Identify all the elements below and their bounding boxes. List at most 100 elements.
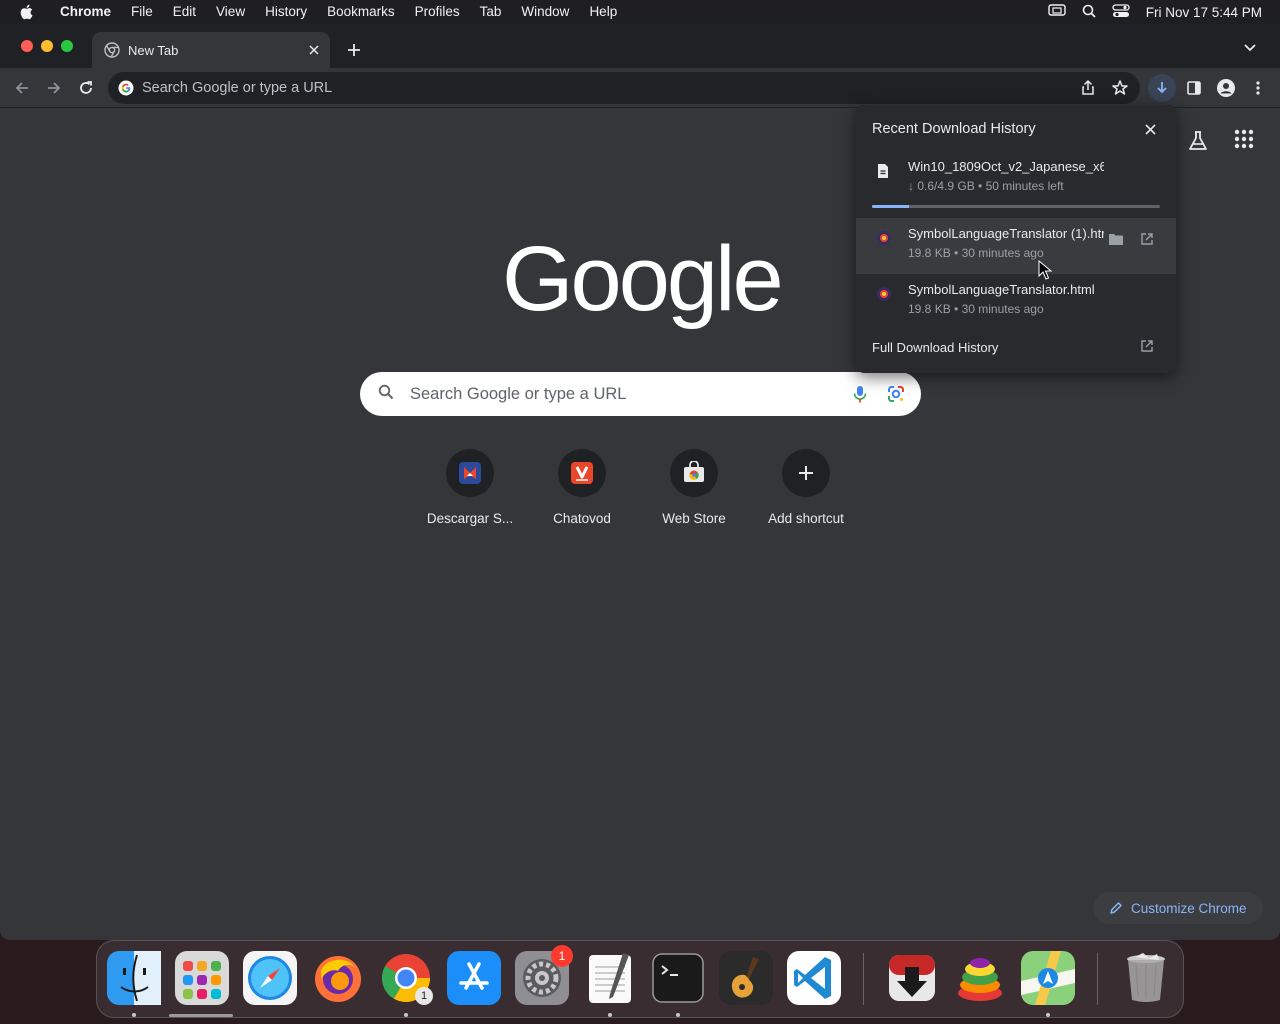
open-external-icon[interactable] bbox=[1140, 232, 1156, 248]
menu-tab[interactable]: Tab bbox=[470, 0, 512, 24]
dock-separator bbox=[863, 953, 864, 1005]
mouse-cursor-icon bbox=[1038, 259, 1053, 280]
download-file-name: SymbolLanguageTranslator.html bbox=[908, 282, 1095, 297]
zoom-window-button[interactable] bbox=[61, 40, 73, 52]
running-indicator bbox=[608, 1013, 612, 1017]
download-progress-fill bbox=[872, 205, 910, 208]
launchpad-icon[interactable] bbox=[175, 951, 229, 1005]
tab-strip: New Tab bbox=[0, 24, 1280, 68]
search-box[interactable]: Search Google or type a URL bbox=[360, 372, 921, 416]
running-indicator bbox=[132, 1013, 136, 1017]
menu-window[interactable]: Window bbox=[511, 0, 579, 24]
tab-search-chevron-icon[interactable] bbox=[1240, 40, 1260, 56]
forward-button[interactable] bbox=[42, 76, 66, 100]
download-item[interactable]: SymbolLanguageTranslator (1).html 19.8 K… bbox=[856, 218, 1176, 274]
google-lens-icon[interactable] bbox=[885, 383, 907, 405]
html-file-icon bbox=[876, 286, 892, 304]
search-icon bbox=[378, 384, 394, 405]
garageband-icon[interactable] bbox=[719, 951, 773, 1005]
safari-icon[interactable] bbox=[243, 951, 297, 1005]
profile-avatar-icon[interactable] bbox=[1214, 76, 1238, 100]
customize-chrome-button[interactable]: Customize Chrome bbox=[1093, 892, 1263, 924]
download-file-name: Win10_1809Oct_v2_Japanese_x64.iso bbox=[908, 159, 1104, 174]
trash-icon[interactable] bbox=[1119, 951, 1173, 1005]
toolbar: Search Google or type a URL bbox=[0, 68, 1280, 108]
close-icon[interactable] bbox=[1142, 121, 1158, 137]
full-download-history-link[interactable]: Full Download History bbox=[872, 340, 998, 355]
new-tab-button[interactable] bbox=[342, 38, 366, 62]
menu-file[interactable]: File bbox=[121, 0, 163, 24]
textedit-icon[interactable] bbox=[583, 951, 637, 1005]
customize-chrome-label: Customize Chrome bbox=[1131, 900, 1247, 916]
app-store-icon[interactable] bbox=[447, 951, 501, 1005]
menu-app-name[interactable]: Chrome bbox=[50, 0, 121, 24]
menu-help[interactable]: Help bbox=[579, 0, 627, 24]
running-indicator bbox=[676, 1013, 680, 1017]
download-button[interactable] bbox=[1148, 74, 1176, 102]
download-item[interactable]: Win10_1809Oct_v2_Japanese_x64.iso ↓ 0.6/… bbox=[856, 151, 1176, 207]
omnibox[interactable]: Search Google or type a URL bbox=[108, 72, 1140, 104]
google-apps-icon[interactable] bbox=[1234, 129, 1258, 153]
tab-new-tab[interactable]: New Tab bbox=[92, 32, 330, 68]
vscode-icon[interactable] bbox=[787, 951, 841, 1005]
download-bubble-title: Recent Download History bbox=[872, 121, 1036, 137]
bookmark-star-icon[interactable] bbox=[1110, 78, 1130, 103]
omnibox-placeholder: Search Google or type a URL bbox=[142, 80, 333, 96]
dock-scroll-indicator bbox=[169, 1014, 233, 1017]
spotlight-search-icon[interactable] bbox=[1082, 4, 1096, 21]
shortcut-descargar[interactable]: Descargar S... bbox=[414, 449, 526, 526]
download-item[interactable]: SymbolLanguageTranslator.html 19.8 KB • … bbox=[856, 274, 1176, 330]
menu-view[interactable]: View bbox=[206, 0, 255, 24]
finder-icon[interactable] bbox=[107, 951, 161, 1005]
maps-icon[interactable] bbox=[1021, 951, 1075, 1005]
voice-search-icon[interactable] bbox=[849, 383, 871, 405]
download-bubble: Recent Download History Win10_1809Oct_v2… bbox=[856, 105, 1176, 373]
html-file-icon bbox=[876, 230, 892, 248]
menu-bookmarks[interactable]: Bookmarks bbox=[317, 0, 405, 24]
menu-clock[interactable]: Fri Nov 17 5:44 PM bbox=[1146, 5, 1262, 20]
settings-badge: 1 bbox=[551, 945, 573, 967]
dock-separator bbox=[1097, 953, 1098, 1005]
shortcut-chatovod[interactable]: Chatovod bbox=[526, 449, 638, 526]
file-icon bbox=[876, 163, 892, 181]
folder-icon[interactable] bbox=[1108, 232, 1126, 250]
close-window-button[interactable] bbox=[21, 40, 33, 52]
menu-bar: Chrome File Edit View History Bookmarks … bbox=[0, 0, 1280, 24]
close-tab-icon[interactable] bbox=[304, 40, 324, 60]
chrome-favicon-icon bbox=[104, 42, 120, 58]
apple-icon[interactable] bbox=[16, 2, 36, 22]
menu-edit[interactable]: Edit bbox=[163, 0, 206, 24]
control-center-icon[interactable] bbox=[1112, 3, 1130, 21]
pencil-icon bbox=[1110, 902, 1122, 914]
menu-profiles[interactable]: Profiles bbox=[405, 0, 470, 24]
downloader-icon[interactable] bbox=[885, 951, 939, 1005]
download-file-meta: 19.8 KB • 30 minutes ago bbox=[908, 302, 1044, 316]
firefox-icon[interactable] bbox=[311, 951, 365, 1005]
chrome-icon[interactable]: 1 bbox=[379, 951, 433, 1005]
open-external-icon[interactable] bbox=[1140, 339, 1156, 355]
dock: 1 1 bbox=[96, 940, 1184, 1018]
shortcut-label: Chatovod bbox=[553, 511, 611, 526]
side-panel-icon[interactable] bbox=[1182, 76, 1206, 100]
system-settings-icon[interactable]: 1 bbox=[515, 945, 573, 1005]
google-g-icon bbox=[118, 80, 134, 96]
share-icon[interactable] bbox=[1078, 78, 1098, 103]
minimize-window-button[interactable] bbox=[41, 40, 53, 52]
download-file-meta: ↓ 0.6/4.9 GB • 50 minutes left bbox=[908, 179, 1064, 193]
shortcut-web-store[interactable]: Web Store bbox=[638, 449, 750, 526]
shortcut-add[interactable]: Add shortcut bbox=[750, 449, 862, 526]
reload-button[interactable] bbox=[74, 76, 98, 100]
google-logo: Google bbox=[502, 228, 784, 330]
chrome-labs-icon[interactable] bbox=[1186, 129, 1210, 153]
back-button[interactable] bbox=[10, 76, 34, 100]
download-file-meta: 19.8 KB • 30 minutes ago bbox=[908, 246, 1044, 260]
menu-history[interactable]: History bbox=[255, 0, 317, 24]
chrome-badge: 1 bbox=[415, 987, 433, 1005]
more-menu-icon[interactable] bbox=[1246, 76, 1270, 100]
stack-icon[interactable] bbox=[953, 951, 1007, 1005]
shortcut-label: Add shortcut bbox=[768, 511, 844, 526]
terminal-icon[interactable] bbox=[651, 951, 705, 1005]
shortcut-label: Descargar S... bbox=[426, 511, 514, 526]
screen-mirroring-icon[interactable] bbox=[1048, 3, 1066, 21]
download-progress-bar bbox=[872, 205, 1160, 208]
